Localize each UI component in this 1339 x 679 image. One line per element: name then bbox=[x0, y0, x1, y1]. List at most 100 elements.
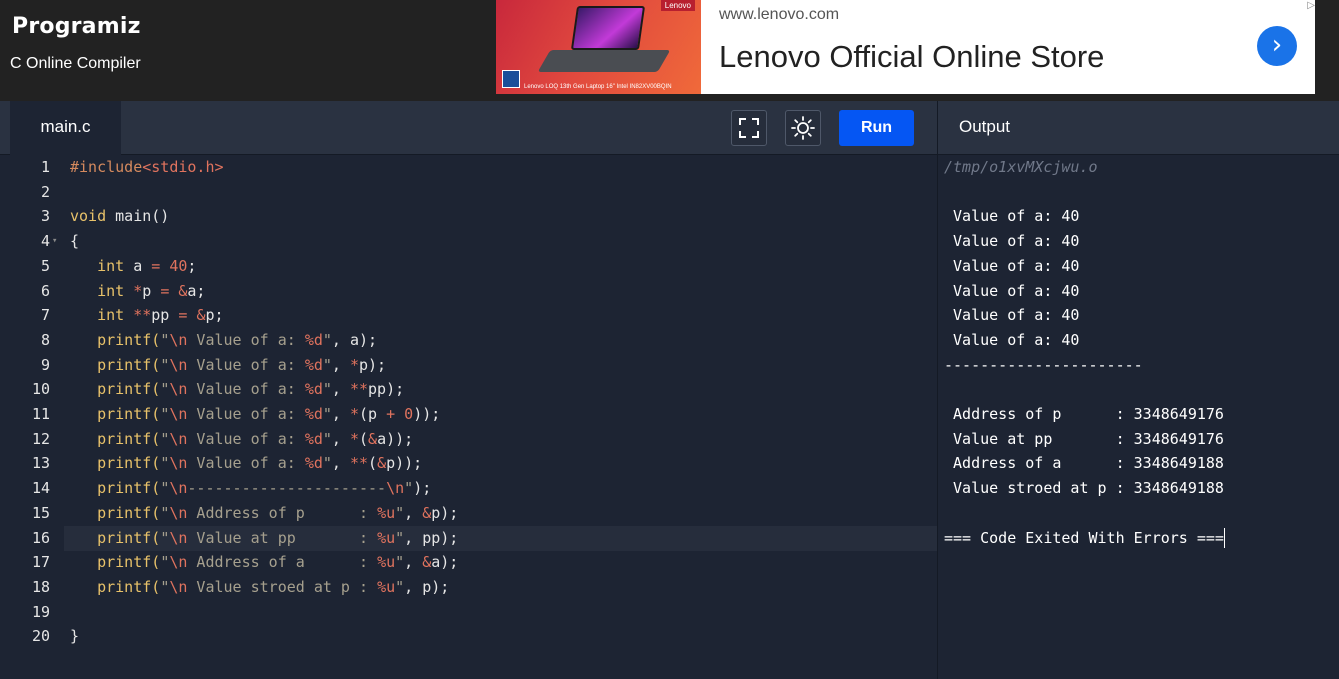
code-line[interactable]: printf("\n Value of a: %d", *(p + 0)); bbox=[70, 402, 440, 427]
code-token: printf( bbox=[70, 330, 161, 349]
code-line[interactable]: printf("\n Value of a: %d", **(&p)); bbox=[70, 451, 422, 476]
code-token: { bbox=[70, 232, 80, 251]
code-token: Value of a: bbox=[187, 380, 305, 399]
advertisement-banner[interactable]: Lenovo LOQ 13th Gen Laptop 16" Intel IN8… bbox=[496, 0, 1315, 94]
fold-arrow-icon[interactable]: ▾ bbox=[52, 229, 57, 254]
output-panel[interactable]: /tmp/o1xvMXcjwu.o Value of a: 40 Value o… bbox=[937, 155, 1339, 679]
code-token: " bbox=[395, 577, 405, 596]
output-text: Value of a: 40 bbox=[944, 256, 1080, 275]
code-line[interactable]: printf("\n Value of a: %d", *p); bbox=[70, 353, 386, 378]
sun-icon bbox=[791, 116, 815, 140]
code-token: %d bbox=[304, 429, 323, 448]
line-number: 9 bbox=[40, 355, 50, 374]
code-line[interactable]: printf("\n Value stroed at p : %u", p); bbox=[70, 575, 449, 600]
line-number: 8 bbox=[40, 330, 50, 349]
code-line[interactable]: printf("\n Value at pp : %u", pp); bbox=[70, 526, 458, 551]
code-token: * bbox=[349, 405, 359, 423]
ad-laptop-image[interactable]: Lenovo LOQ 13th Gen Laptop 16" Intel IN8… bbox=[496, 0, 701, 94]
fullscreen-button[interactable] bbox=[731, 110, 767, 146]
code-line[interactable]: void main() bbox=[70, 204, 169, 229]
code-token: " bbox=[160, 553, 170, 572]
code-token: \n bbox=[386, 479, 405, 498]
code-token: p)); bbox=[386, 454, 423, 473]
output-text: ---------------------- bbox=[944, 355, 1143, 374]
output-line: Value of a: 40 bbox=[944, 204, 1079, 229]
code-token: %d bbox=[304, 380, 323, 399]
output-line: ---------------------- bbox=[944, 353, 1143, 378]
intel-badge-icon bbox=[502, 70, 520, 88]
ad-url[interactable]: www.lenovo.com bbox=[719, 6, 839, 24]
code-token: p; bbox=[205, 306, 224, 325]
ad-headline[interactable]: Lenovo Official Online Store bbox=[719, 39, 1104, 75]
output-file-path: /tmp/o1xvMXcjwu.o bbox=[944, 158, 1098, 176]
code-token: Value of a: bbox=[187, 429, 305, 448]
code-token: %d bbox=[304, 454, 323, 473]
code-token: p bbox=[142, 281, 161, 300]
programiz-logo[interactable]: Programiz bbox=[12, 14, 141, 39]
code-token: , pp); bbox=[404, 528, 459, 547]
code-line[interactable]: printf("\n Value of a: %d", a); bbox=[70, 328, 377, 353]
code-token: Value stroed at p : bbox=[187, 577, 378, 596]
code-line[interactable]: printf("\n Address of p : %u", &p); bbox=[70, 501, 458, 526]
code-token: %d bbox=[304, 330, 323, 349]
code-token: Value of a: bbox=[187, 355, 305, 374]
code-token: " bbox=[160, 380, 170, 399]
code-line[interactable]: printf("\n----------------------\n"); bbox=[70, 476, 431, 501]
code-token: \n bbox=[169, 503, 188, 522]
code-token: " bbox=[160, 454, 170, 473]
code-line[interactable]: { bbox=[70, 229, 79, 254]
code-token: , bbox=[331, 355, 350, 374]
code-token: " bbox=[160, 528, 170, 547]
ad-image-caption: Lenovo LOQ 13th Gen Laptop 16" Intel IN8… bbox=[524, 84, 672, 90]
output-line: Value at pp : 3348649176 bbox=[944, 427, 1224, 452]
ad-choices-icon[interactable]: ▷ bbox=[1307, 0, 1315, 11]
code-token: printf( bbox=[70, 405, 161, 423]
laptop-base-graphic bbox=[537, 50, 671, 72]
code-token: %d bbox=[304, 405, 323, 423]
chevron-right-icon[interactable]: › bbox=[1257, 26, 1297, 66]
code-token: ** bbox=[133, 306, 152, 325]
code-token: " bbox=[160, 330, 170, 349]
code-token: & bbox=[422, 503, 432, 522]
run-button[interactable]: Run bbox=[839, 110, 914, 146]
code-line[interactable]: printf("\n Address of a : %u", &a); bbox=[70, 550, 458, 575]
code-token: ; bbox=[187, 256, 197, 275]
tab-main-c[interactable]: main.c bbox=[10, 101, 121, 155]
code-token: a)); bbox=[377, 429, 414, 448]
code-token: " bbox=[322, 405, 332, 423]
text-cursor bbox=[1223, 528, 1225, 548]
line-number: 20 bbox=[31, 627, 50, 646]
output-text: Address of a : 3348649188 bbox=[944, 454, 1224, 473]
code-line[interactable]: int *p = &a; bbox=[70, 279, 205, 304]
code-token: \n bbox=[169, 355, 188, 374]
theme-toggle-button[interactable] bbox=[785, 110, 821, 146]
line-number: 1 bbox=[40, 158, 50, 176]
laptop-screen-graphic bbox=[570, 6, 646, 50]
code-token: printf( bbox=[70, 380, 161, 399]
code-token: , bbox=[331, 454, 350, 473]
code-token: , bbox=[404, 503, 423, 522]
code-editor[interactable]: 1 2 3 4 5 6 7 8 9 10 11 12 13 14 15 16 17 18 19 20 ▾ #includ… bbox=[0, 155, 937, 679]
code-line[interactable]: int a = 40; bbox=[70, 254, 196, 279]
editor-toolbar: main.c Run bbox=[0, 101, 937, 155]
code-token: " bbox=[160, 429, 170, 448]
line-number: 2 bbox=[40, 182, 50, 201]
code-line[interactable]: printf("\n Value of a: %d", *(&a)); bbox=[70, 427, 413, 452]
code-token: printf( bbox=[70, 429, 161, 448]
code-line[interactable]: } bbox=[70, 624, 79, 649]
output-line: Address of p : 3348649176 bbox=[944, 402, 1224, 427]
output-text: Value of a: 40 bbox=[944, 207, 1080, 226]
output-text: Value of a: 40 bbox=[944, 330, 1080, 349]
code-token: <stdio.h> bbox=[142, 158, 224, 176]
code-token: = bbox=[151, 256, 161, 275]
code-token: , bbox=[331, 380, 350, 399]
code-line[interactable]: printf("\n Value of a: %d", **pp); bbox=[70, 377, 404, 402]
code-token: " bbox=[160, 405, 170, 423]
code-line[interactable]: int **pp = &p; bbox=[70, 303, 224, 328]
ad-brand-tag: Lenovo bbox=[660, 0, 695, 11]
code-line[interactable]: #include<stdio.h> bbox=[70, 155, 224, 180]
code-token: %d bbox=[304, 355, 323, 374]
